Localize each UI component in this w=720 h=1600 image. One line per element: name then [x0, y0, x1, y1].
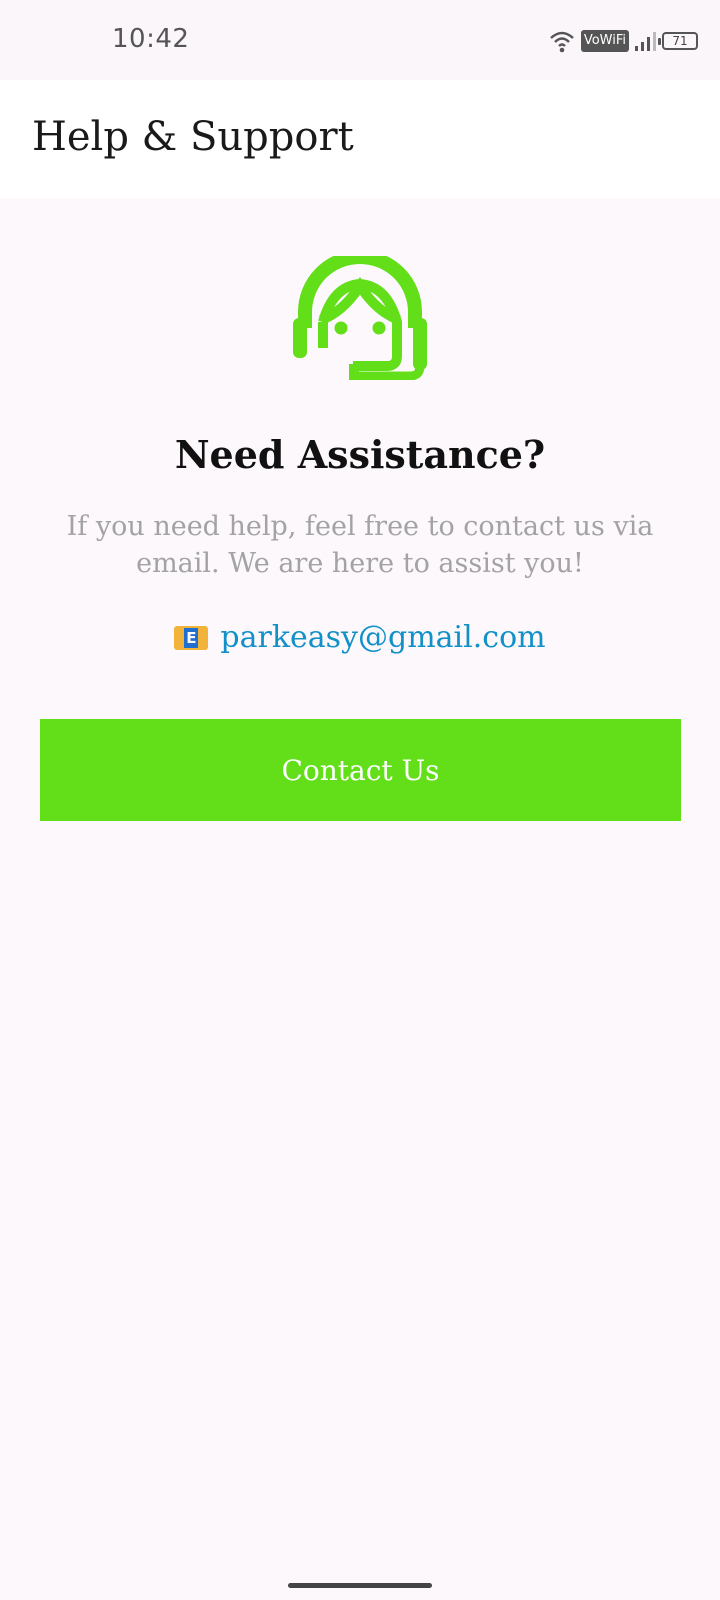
status-icons: VoWiFi 71 [549, 26, 698, 56]
app-bar: Help & Support [0, 80, 720, 198]
vowifi-badge: VoWiFi [580, 30, 629, 52]
assistance-heading: Need Assistance? [174, 432, 546, 477]
wifi-icon [550, 31, 574, 53]
status-time: 10:42 [112, 24, 190, 54]
e-mail-envelope-icon: E [174, 625, 209, 650]
battery-level: 71 [672, 34, 688, 48]
status-bar: 10:42 VoWiFi 71 [0, 0, 720, 80]
battery-icon: 71 [658, 32, 698, 50]
email-row: E parkeasy@gmail.com [0, 620, 720, 655]
help-description: If you need help, feel free to contact u… [66, 511, 654, 579]
help-support-screen: 10:42 VoWiFi 71 Help & Support Need Assi… [0, 0, 720, 1600]
page-title: Help & Support [32, 114, 354, 160]
home-indicator[interactable] [288, 1583, 432, 1588]
contact-us-button[interactable]: Contact Us [40, 719, 681, 821]
customer-support-headset-icon [293, 256, 427, 380]
support-email-link[interactable]: parkeasy@gmail.com [220, 620, 545, 655]
signal-icon [635, 31, 656, 51]
